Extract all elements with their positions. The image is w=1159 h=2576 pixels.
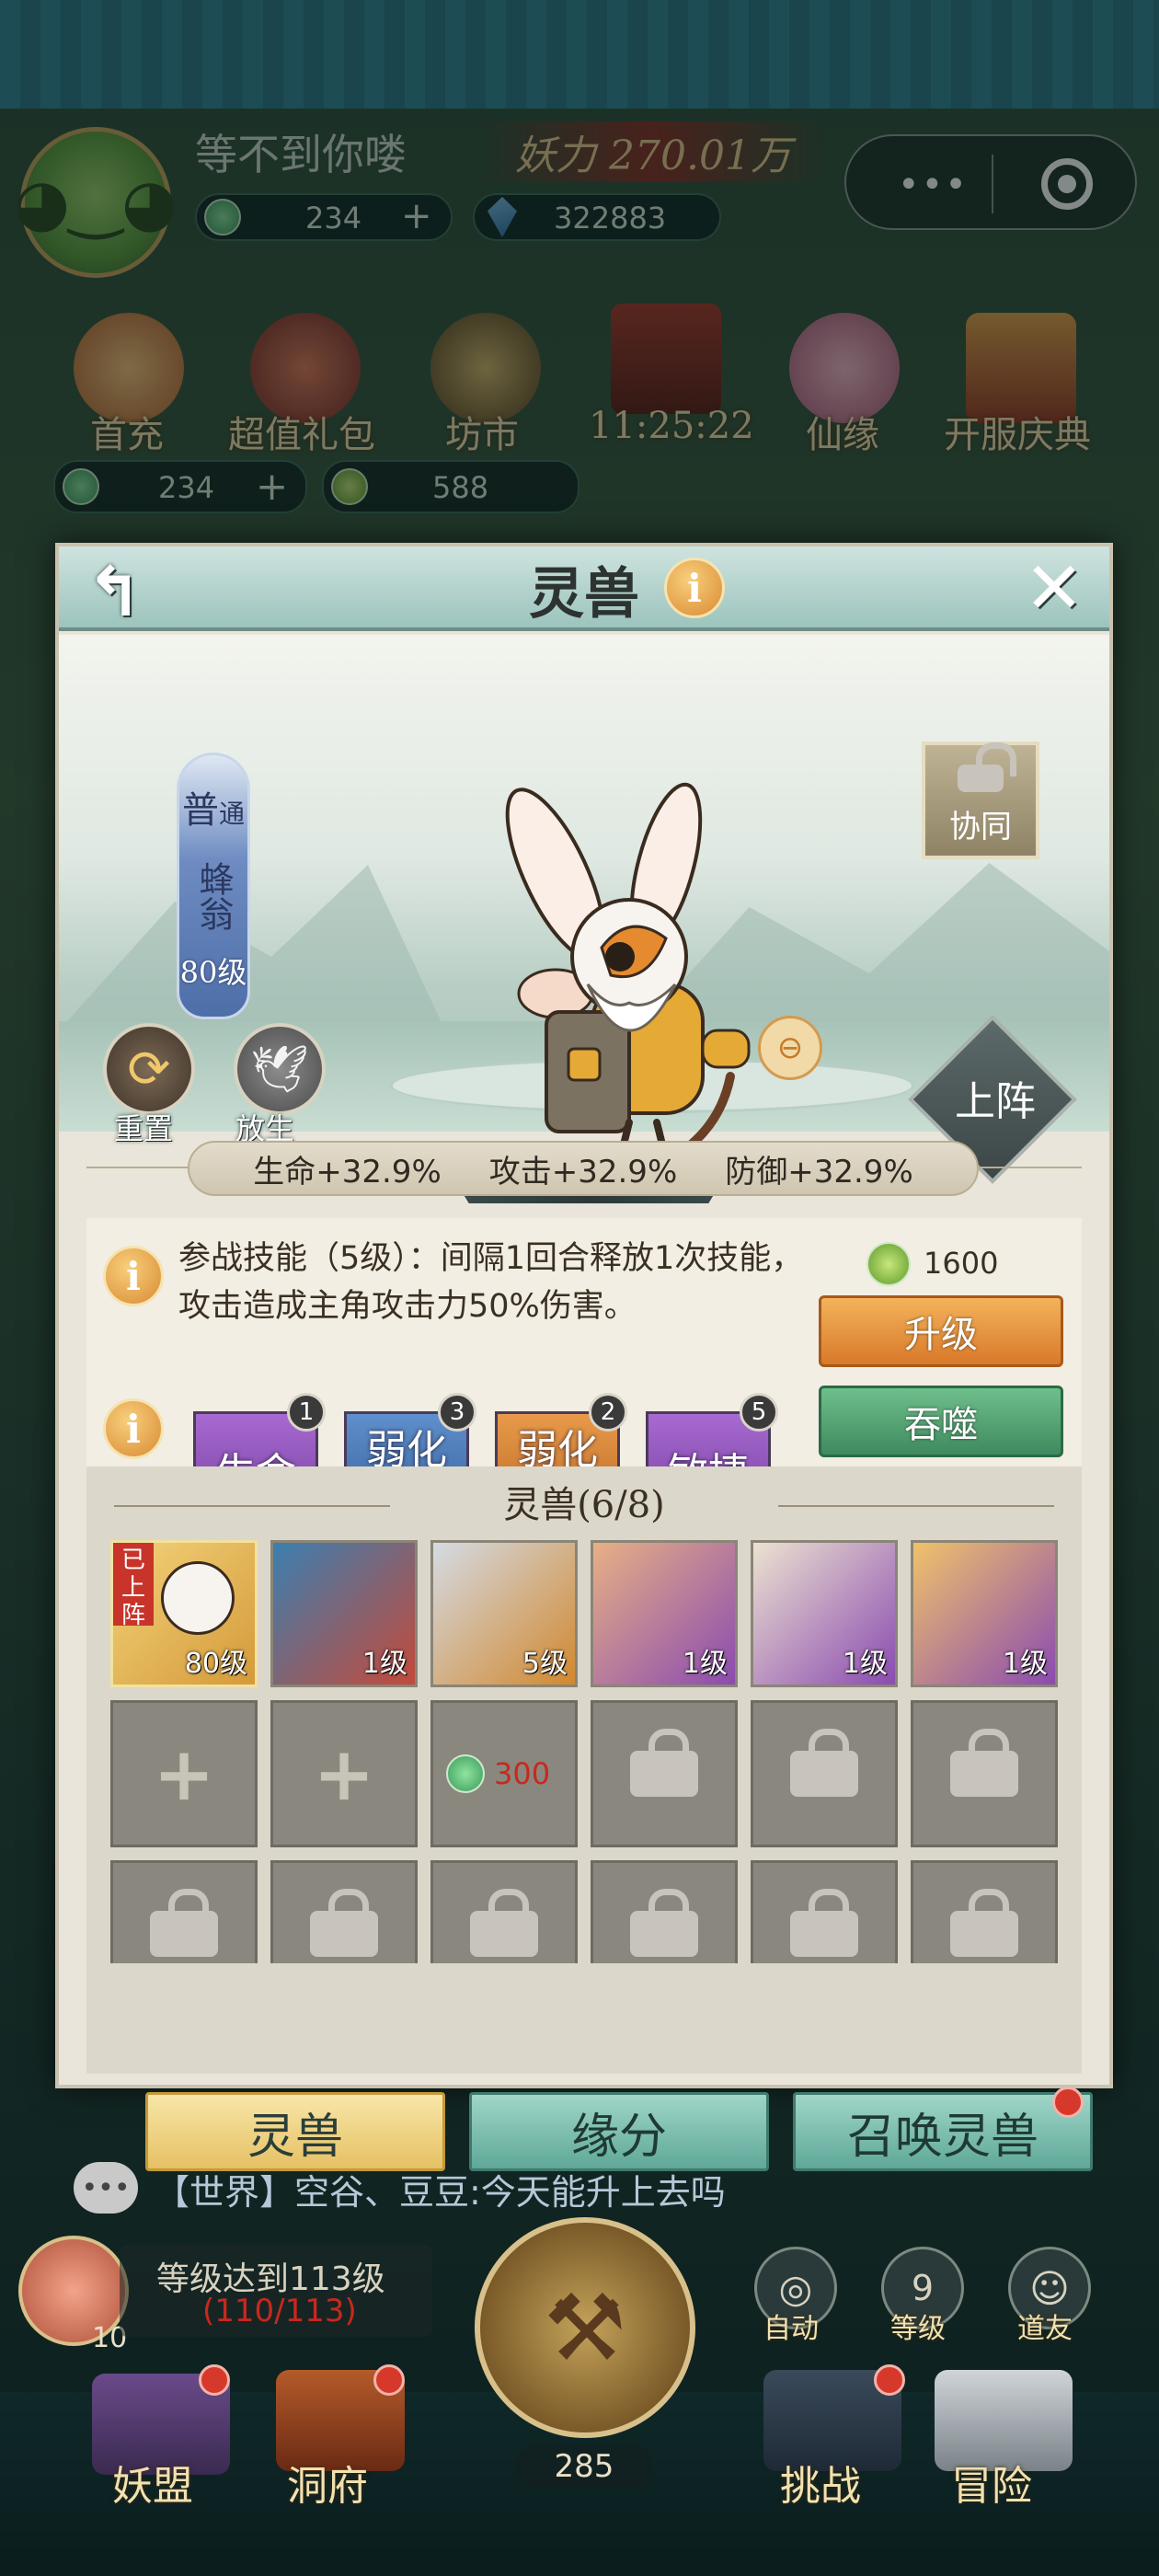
lock-icon [150, 1889, 218, 1957]
lock-icon [950, 1889, 1018, 1957]
lock-icon [310, 1889, 378, 1957]
top-banner [0, 0, 1159, 109]
synergy-lock-icon [958, 742, 1016, 792]
pet-slot[interactable]: 1级 [270, 1540, 418, 1687]
skill-description: 参战技能（5级）：间隔1回合释放1次技能，攻击造成主角攻击力50%伤害。 [178, 1240, 804, 1325]
modal-title-bar: 灵兽 i ↰ ✕ [59, 546, 1109, 632]
lock-toggle-icon[interactable]: ⊖ [758, 1016, 822, 1080]
locked-slot[interactable] [591, 1860, 738, 1963]
upgrade-cost: 1600 [924, 1246, 999, 1281]
back-arrow-icon[interactable]: ↰ [72, 553, 156, 632]
pet-name: 蜂翁 [193, 861, 234, 931]
notification-dot [373, 2364, 405, 2396]
bee-elder-portrait [161, 1561, 235, 1635]
center-counter: 285 [515, 2445, 653, 2488]
pet-list-row-3 [86, 1860, 1082, 1963]
info-icon[interactable]: i [664, 558, 725, 618]
lock-icon [950, 1729, 1018, 1797]
feed-icon [866, 1242, 911, 1286]
stat-def: 防御+32.9% [725, 1153, 913, 1190]
empty-pet-slot[interactable]: + [270, 1700, 418, 1847]
nav-adventure[interactable]: 冒险 [951, 2453, 1032, 2512]
notification-dot [199, 2364, 230, 2396]
pet-slot-deployed[interactable]: 已上阵 80级 [110, 1540, 258, 1687]
pet-name-tag: 普通 蜂翁 80级 [177, 753, 250, 1019]
lock-icon [630, 1889, 698, 1957]
notification-dot [874, 2364, 905, 2396]
tab-fate[interactable]: 缘分 [469, 2092, 769, 2171]
axe-icon: ⚒ [544, 2273, 626, 2382]
stats-row: 生命+32.9% 攻击+32.9% 防御+32.9% [86, 1132, 1082, 1224]
trait-info-icon[interactable]: i [103, 1398, 164, 1459]
tab-pet[interactable]: 灵兽 [145, 2092, 445, 2171]
pet-list-header: 灵兽(6/8) [503, 1484, 665, 1526]
dove-icon: 🕊 [250, 1041, 309, 1096]
tab-summon[interactable]: 召唤灵兽 [793, 2092, 1093, 2171]
upgrade-button[interactable]: 升级 [819, 1295, 1063, 1367]
pet-modal: 灵兽 i ↰ ✕ 普通 蜂翁 80级 ⊖ 协同 ⟳ 重置 🕊 放生 上阵 生命+… [55, 543, 1113, 2088]
lock-icon [790, 1889, 858, 1957]
devour-button[interactable]: 吞噬 [819, 1386, 1063, 1457]
unlock-cost: 300 [494, 1756, 551, 1791]
locked-slot[interactable] [110, 1860, 258, 1963]
quest-panel[interactable]: 等级达到113级 (110/113) [120, 2245, 432, 2337]
nav-cave[interactable]: 洞府 [287, 2453, 368, 2512]
pet-slot[interactable]: 1级 [911, 1540, 1058, 1687]
close-icon[interactable]: ✕ [1012, 547, 1096, 630]
trait-count-badge: 5 [740, 1393, 778, 1432]
pet-display-scene: 普通 蜂翁 80级 ⊖ 协同 ⟳ 重置 🕊 放生 上阵 [59, 635, 1109, 1203]
trait-count-badge: 3 [438, 1393, 476, 1432]
locked-slot[interactable] [270, 1860, 418, 1963]
chat-bubble-icon[interactable]: ••• [74, 2162, 138, 2214]
level-label: 等级 [890, 2313, 946, 2345]
deployed-tag: 已上阵 [113, 1543, 154, 1629]
locked-slot[interactable] [911, 1860, 1058, 1963]
notification-dot [1052, 2087, 1084, 2118]
pet-slot[interactable]: 1级 [591, 1540, 738, 1687]
locked-slot[interactable] [751, 1860, 898, 1963]
skill-info-icon[interactable]: i [103, 1246, 164, 1306]
locked-slot[interactable] [430, 1860, 578, 1963]
pet-list-panel: 灵兽(6/8) 已上阵 80级 1级 5级 1级 1级 1级 + + 300 [86, 1466, 1082, 2074]
stats-pill: 生命+32.9% 攻击+32.9% 防御+32.9% [188, 1141, 979, 1196]
pet-slot[interactable]: 1级 [751, 1540, 898, 1687]
friends-label: 道友 [1017, 2313, 1073, 2345]
auto-label: 自动 [763, 2313, 819, 2345]
lock-icon [630, 1729, 698, 1797]
empty-pet-slot[interactable]: + [110, 1700, 258, 1847]
plus-icon: + [313, 1731, 375, 1817]
synergy-button[interactable]: 协同 [922, 742, 1039, 859]
lock-icon [790, 1729, 858, 1797]
stat-atk: 攻击+32.9% [488, 1153, 678, 1190]
nav-alliance[interactable]: 妖盟 [112, 2453, 193, 2512]
unlock-slot[interactable]: 300 [430, 1700, 578, 1847]
main-action-button[interactable]: ⚒ [475, 2217, 695, 2438]
lock-icon [470, 1889, 538, 1957]
locked-slot[interactable] [591, 1700, 738, 1847]
locked-slot[interactable] [911, 1700, 1058, 1847]
reset-button[interactable]: ⟳ [103, 1023, 195, 1115]
quest-progress: (110/113) [202, 2293, 357, 2329]
refresh-icon: ⟳ [127, 1039, 171, 1099]
trait-count-badge: 1 [287, 1393, 326, 1432]
stat-hp: 生命+32.9% [253, 1153, 442, 1190]
coin-icon [446, 1754, 485, 1793]
pet-slot[interactable]: 5级 [430, 1540, 578, 1687]
plus-icon: + [153, 1731, 215, 1817]
nav-challenge[interactable]: 挑战 [780, 2453, 861, 2512]
modal-title: 灵兽 [529, 561, 639, 627]
trait-count-badge: 2 [589, 1393, 627, 1432]
pet-level: 80级 [179, 955, 247, 990]
locked-slot[interactable] [751, 1700, 898, 1847]
bee-elder-creature [505, 782, 751, 1163]
world-chat-message[interactable]: 【世界】空谷、豆豆:今天能升上去吗 [155, 2164, 726, 2214]
release-button[interactable]: 🕊 [234, 1023, 326, 1115]
